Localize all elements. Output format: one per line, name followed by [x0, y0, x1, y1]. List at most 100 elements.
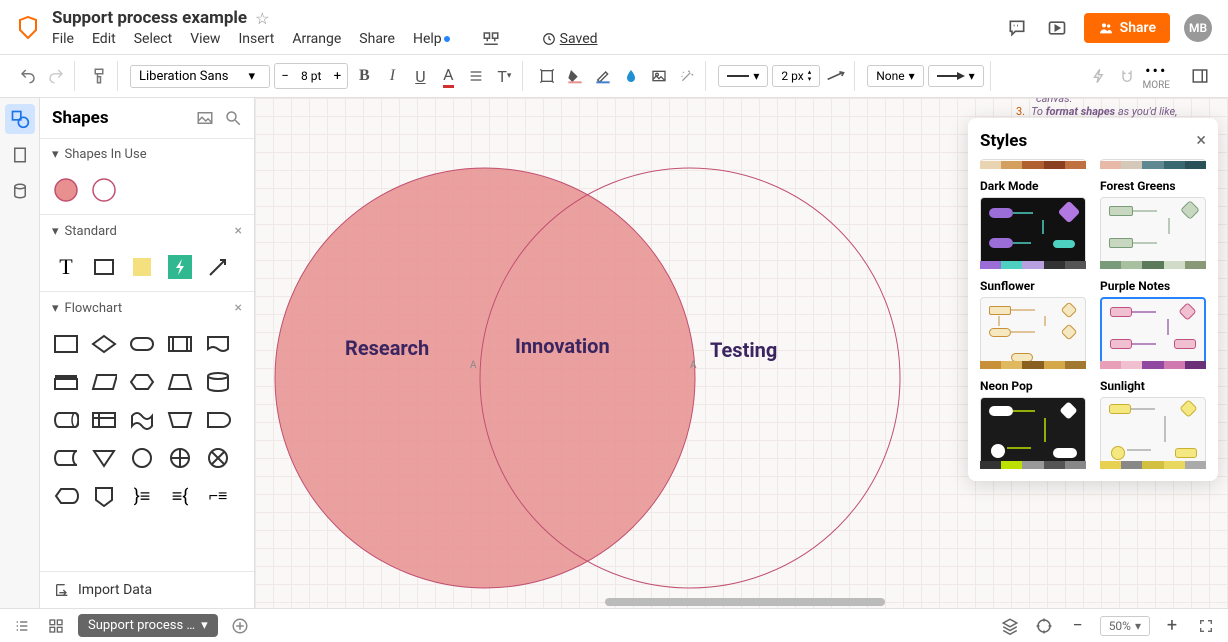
- canvas[interactable]: canvas. 3.To format shapes as you'd like…: [255, 98, 1228, 608]
- target-icon[interactable]: [1032, 614, 1056, 638]
- std-text[interactable]: T: [52, 253, 80, 281]
- fullscreen-button[interactable]: [1194, 614, 1218, 638]
- std-bolt[interactable]: [166, 253, 194, 281]
- zoom-out-button[interactable]: −: [1066, 614, 1090, 638]
- menu-share[interactable]: Share: [359, 31, 395, 47]
- text-options-button[interactable]: T▾: [492, 64, 516, 88]
- share-button[interactable]: Share: [1084, 13, 1170, 43]
- italic-button[interactable]: I: [380, 64, 404, 88]
- font-size-value[interactable]: 8 pt: [295, 69, 327, 83]
- fc-delay[interactable]: [204, 406, 232, 434]
- venn-label-left[interactable]: Research: [345, 336, 429, 360]
- fc-trap[interactable]: [166, 368, 194, 396]
- menu-file[interactable]: File: [52, 31, 74, 47]
- shapes-search-icon[interactable]: [224, 109, 242, 127]
- section-standard[interactable]: ▾Standard×: [40, 215, 254, 247]
- bold-button[interactable]: B: [352, 64, 376, 88]
- grid-view-icon[interactable]: [44, 614, 68, 638]
- style-card-neon-pop[interactable]: Neon Pop: [980, 379, 1086, 469]
- arrow-start-select[interactable]: None▾: [867, 65, 923, 87]
- fc-stored[interactable]: [52, 444, 80, 472]
- venn-diagram[interactable]: [265, 158, 945, 598]
- fc-document[interactable]: [204, 330, 232, 358]
- shadow-button[interactable]: [619, 64, 643, 88]
- close-standard-icon[interactable]: ×: [235, 223, 242, 239]
- menu-edit[interactable]: Edit: [92, 31, 116, 47]
- comment-icon[interactable]: [1004, 15, 1030, 41]
- panels-toggle-button[interactable]: [1188, 64, 1212, 88]
- menu-arrange[interactable]: Arrange: [292, 31, 341, 47]
- menu-view[interactable]: View: [190, 31, 220, 47]
- close-styles-icon[interactable]: ×: [1196, 130, 1206, 151]
- fill-color-button[interactable]: [563, 64, 587, 88]
- arrow-end-select[interactable]: ▾: [928, 65, 984, 87]
- fc-display[interactable]: [52, 482, 80, 510]
- font-size-plus[interactable]: +: [327, 64, 347, 88]
- find-icon[interactable]: [482, 30, 500, 48]
- doc-title[interactable]: Support process example: [52, 8, 247, 28]
- std-note[interactable]: [128, 253, 156, 281]
- font-size-minus[interactable]: −: [275, 64, 295, 88]
- style-card-sunflower[interactable]: Sunflower: [980, 279, 1086, 369]
- fc-shape6[interactable]: [52, 368, 80, 396]
- shape-in-use-2[interactable]: [90, 176, 118, 204]
- fc-hexagon[interactable]: [128, 368, 156, 396]
- fc-data[interactable]: [90, 368, 118, 396]
- fc-note[interactable]: ⌐≡: [204, 482, 232, 510]
- fc-internal[interactable]: [90, 406, 118, 434]
- font-select[interactable]: Liberation Sans▾: [130, 65, 270, 88]
- venn-label-mid[interactable]: Innovation: [515, 334, 610, 358]
- import-data-button[interactable]: Import Data: [40, 571, 254, 608]
- menu-select[interactable]: Select: [134, 31, 172, 47]
- layers-icon[interactable]: [998, 614, 1022, 638]
- shape-box-button[interactable]: [535, 64, 559, 88]
- menu-insert[interactable]: Insert: [238, 31, 274, 47]
- magic-button[interactable]: [675, 64, 699, 88]
- fc-tape[interactable]: [128, 406, 156, 434]
- section-flowchart[interactable]: ▾Flowchart×: [40, 292, 254, 324]
- shape-in-use-1[interactable]: [52, 176, 80, 204]
- more-button[interactable]: •••MORE: [1143, 61, 1170, 91]
- line-color-button[interactable]: [591, 64, 615, 88]
- fc-database[interactable]: [204, 368, 232, 396]
- fc-direct[interactable]: [52, 406, 80, 434]
- page-tab[interactable]: Support process …▾: [78, 614, 218, 637]
- magnet-icon[interactable]: [1115, 64, 1139, 88]
- present-icon[interactable]: [1044, 15, 1070, 41]
- rail-shapes-button[interactable]: [5, 104, 35, 134]
- user-avatar[interactable]: MB: [1184, 14, 1212, 42]
- std-arrow[interactable]: [204, 253, 232, 281]
- text-color-button[interactable]: A: [436, 64, 460, 88]
- fc-sum[interactable]: [204, 444, 232, 472]
- fc-merge[interactable]: [90, 444, 118, 472]
- underline-button[interactable]: U: [408, 64, 432, 88]
- fc-manual[interactable]: [166, 406, 194, 434]
- line-style-select[interactable]: ▾: [718, 65, 768, 87]
- fc-brace2[interactable]: ≡{: [166, 482, 194, 510]
- fc-connector[interactable]: [128, 444, 156, 472]
- font-size-stepper[interactable]: − 8 pt +: [274, 63, 348, 89]
- fc-offpage[interactable]: [90, 482, 118, 510]
- undo-button[interactable]: [16, 64, 40, 88]
- save-status[interactable]: Saved: [542, 31, 598, 47]
- favorite-icon[interactable]: ☆: [255, 9, 269, 28]
- list-view-icon[interactable]: [10, 614, 34, 638]
- fc-predefined[interactable]: [166, 330, 194, 358]
- align-button[interactable]: [464, 64, 488, 88]
- add-page-button[interactable]: [228, 614, 252, 638]
- zoom-in-button[interactable]: +: [1160, 614, 1184, 638]
- shapes-image-icon[interactable]: [196, 109, 214, 127]
- rail-data-button[interactable]: [5, 176, 35, 206]
- redo-button[interactable]: [44, 64, 68, 88]
- style-card-purple-notes[interactable]: Purple Notes: [1100, 279, 1206, 369]
- fc-process[interactable]: [52, 330, 80, 358]
- lightning-icon[interactable]: [1087, 64, 1111, 88]
- fc-or[interactable]: [166, 444, 194, 472]
- line-width-select[interactable]: 2 px▴▾: [772, 65, 820, 87]
- section-shapes-in-use[interactable]: ▾Shapes In Use: [40, 139, 254, 170]
- fc-decision[interactable]: [90, 330, 118, 358]
- zoom-select[interactable]: 50%▾: [1100, 616, 1150, 636]
- style-card-sunlight[interactable]: Sunlight: [1100, 379, 1206, 469]
- rail-page-button[interactable]: [5, 140, 35, 170]
- style-card-forest-greens[interactable]: Forest Greens: [1100, 179, 1206, 269]
